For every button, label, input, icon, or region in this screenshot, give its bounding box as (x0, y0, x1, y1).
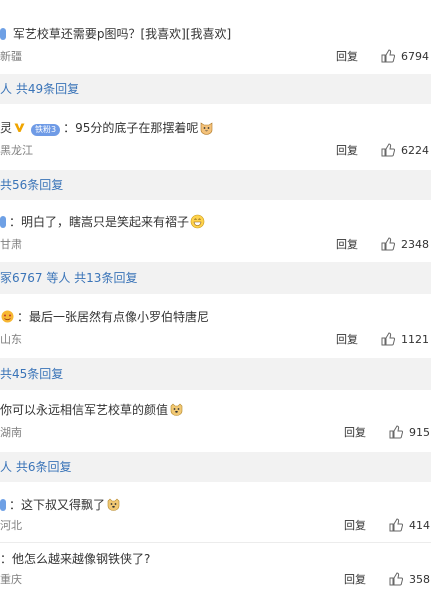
reply-button[interactable]: 回复 (336, 143, 358, 159)
thumbs-up-icon (381, 237, 395, 251)
comment-text: ：95分的底子在那摆着呢 (63, 121, 199, 135)
like-count: 6224 (401, 144, 429, 157)
like-count: 2348 (401, 238, 429, 251)
comment-location: 甘肃 (0, 238, 22, 251)
comment-location: 河北 (0, 519, 22, 532)
grin-emoji-icon (190, 214, 205, 229)
comment-location: 黑龙江 (0, 144, 33, 157)
comment-text: 你可以永远相信军艺校草的颜值 (0, 403, 169, 417)
reply-button[interactable]: 回复 (344, 425, 366, 441)
like-count: 414 (409, 519, 430, 532)
reply-button[interactable]: 回复 (336, 237, 358, 253)
reply-thread-bar[interactable]: 冢6767 等人 共13条回复 (0, 262, 431, 294)
comment-item: 你可以永远相信军艺校草的颜值 湖南 回复 915 (0, 392, 431, 450)
reply-thread-bar[interactable]: 共56条回复 (0, 170, 431, 200)
comment-text: 最后一张居然有点像小罗伯特唐尼 (29, 310, 210, 324)
avatar[interactable] (0, 216, 6, 228)
doge-emoji-icon (169, 402, 184, 417)
reply-button[interactable]: 回复 (336, 332, 358, 348)
like-button[interactable]: 358 (389, 572, 430, 588)
comment-text: 明白了，瞎嵩只是笑起来有褶子 (21, 215, 190, 229)
like-button[interactable]: 2348 (381, 237, 429, 253)
comment-text: 他怎么越来越像钢铁侠了? (12, 552, 151, 566)
like-count: 915 (409, 426, 430, 439)
reply-count-link[interactable]: 共56条回复 (0, 170, 63, 200)
comment-item: ：明白了，瞎嵩只是笑起来有褶子 甘肃 回复 2348 (0, 202, 431, 260)
reply-count-link[interactable]: 人 共6条回复 (0, 452, 71, 482)
thumbs-up-icon (389, 518, 403, 532)
comment-item: ：最后一张居然有点像小罗伯特唐尼 山东 回复 1121 (0, 296, 431, 356)
reply-thread-bar[interactable]: 人 共6条回复 (0, 452, 431, 482)
doge-emoji-icon (106, 497, 121, 512)
like-button[interactable]: 1121 (381, 332, 429, 348)
reply-count-link[interactable]: 人 共49条回复 (0, 74, 79, 104)
fan-badge: 铁粉3 (31, 124, 61, 136)
comment-item: ：这下叔又得飘了 河北 回复 414 (0, 484, 431, 540)
thumbs-up-icon (389, 425, 403, 439)
avatar[interactable] (0, 28, 6, 40)
comment-location: 湖南 (0, 426, 22, 439)
comment-separator: ： (0, 552, 13, 566)
comment-text: 这下叔又得飘了 (21, 498, 106, 512)
like-button[interactable]: 6224 (381, 143, 429, 159)
thumbs-up-icon (381, 332, 395, 346)
avatar[interactable] (0, 309, 15, 324)
like-count: 6794 (401, 50, 429, 63)
comment-item: 灵 铁粉3 ：95分的底子在那摆着呢 黑龙江 回复 6224 (0, 106, 431, 168)
like-button[interactable]: 6794 (381, 49, 429, 65)
reply-button[interactable]: 回复 (344, 572, 366, 588)
comment-separator: ： (9, 215, 22, 229)
username[interactable]: 灵 (0, 121, 12, 135)
reply-button[interactable]: 回复 (344, 518, 366, 534)
reply-count-link[interactable]: 冢6767 等人 共13条回复 (0, 262, 137, 294)
comment-separator: ： (17, 310, 30, 324)
reply-thread-bar[interactable]: 人 共49条回复 (0, 74, 431, 104)
avatar[interactable] (0, 499, 6, 511)
comment-item: ：他怎么越来越像钢铁侠了? 重庆 回复 358 (0, 542, 431, 598)
like-count: 1121 (401, 333, 429, 346)
reply-count-link[interactable]: 共45条回复 (0, 358, 63, 390)
thumbs-up-icon (381, 49, 395, 63)
comment-location: 重庆 (0, 573, 22, 586)
v-badge-icon (14, 122, 25, 133)
comment-text: 军艺校草还需要p图吗？[我喜欢][我喜欢] (12, 27, 232, 41)
reply-button[interactable]: 回复 (336, 49, 358, 65)
comment-location: 新疆 (0, 50, 22, 63)
thumbs-up-icon (381, 143, 395, 157)
reply-thread-bar[interactable]: 共45条回复 (0, 358, 431, 390)
like-button[interactable]: 414 (389, 518, 430, 534)
like-count: 358 (409, 573, 430, 586)
like-button[interactable]: 915 (389, 425, 430, 441)
comment-item: 军艺校草还需要p图吗？[我喜欢][我喜欢] 新疆 回复 6794 (0, 0, 431, 72)
cat-emoji-icon (199, 120, 214, 135)
comment-location: 山东 (0, 333, 22, 346)
comment-separator: ： (9, 498, 22, 512)
thumbs-up-icon (389, 572, 403, 586)
